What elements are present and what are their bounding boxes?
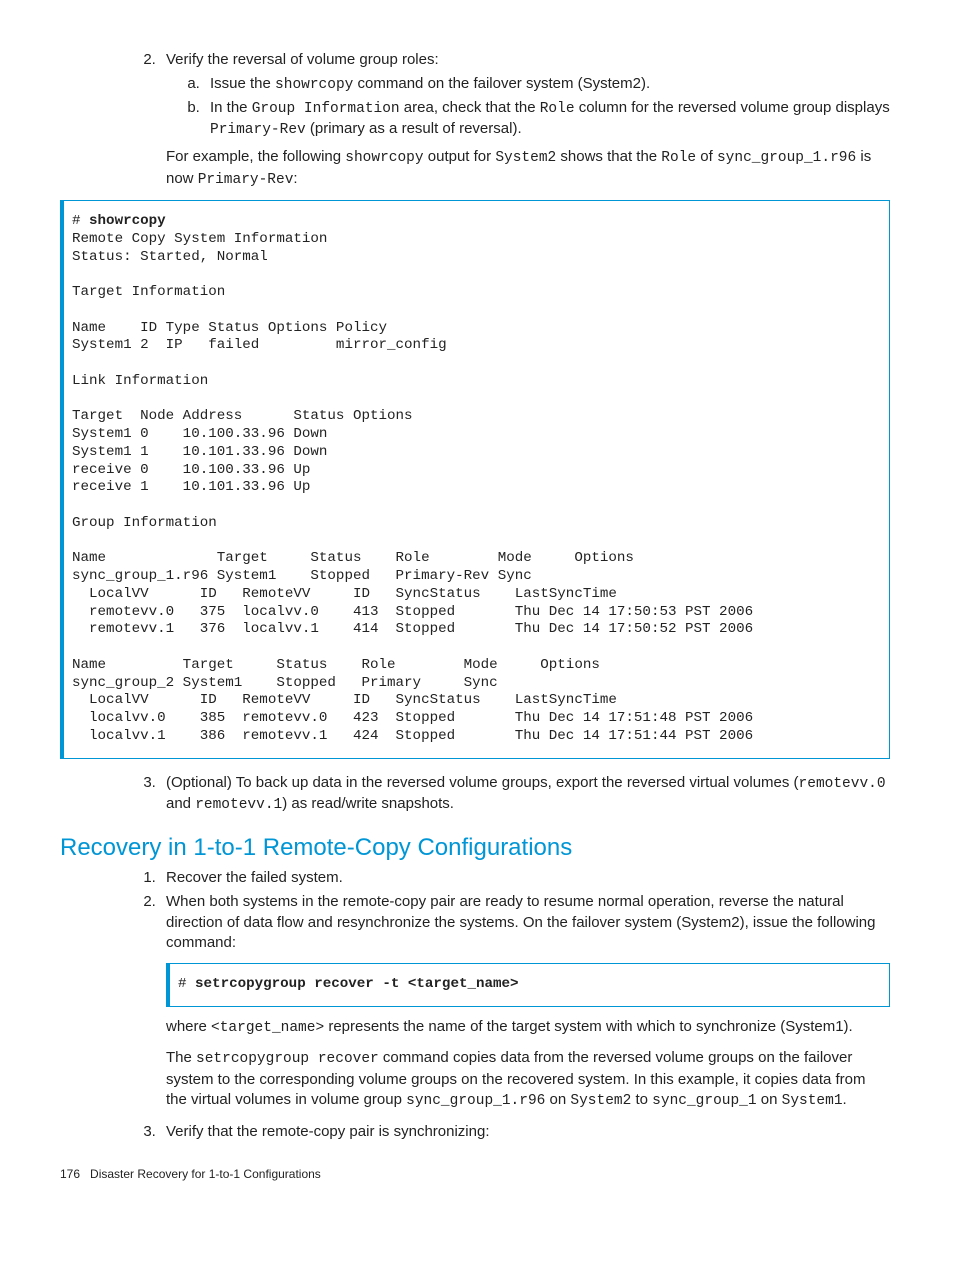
inline-code: sync_group_1.r96 xyxy=(406,1093,545,1109)
inline-code: setrcopygroup recover xyxy=(196,1051,379,1067)
text: Issue the xyxy=(210,75,275,92)
text: When both systems in the remote-copy pai… xyxy=(166,893,875,951)
code-block-showrcopy: # showrcopy Remote Copy System Informati… xyxy=(60,200,890,759)
output-body: Remote Copy System Information Status: S… xyxy=(72,231,753,744)
terminal-command: # setrcopygroup recover -t <target_name> xyxy=(178,976,881,994)
inline-code: remotevv.1 xyxy=(195,797,282,813)
recovery-step-1: Recover the failed system. xyxy=(160,868,890,888)
text: shows that the xyxy=(556,148,661,165)
prompt: # xyxy=(178,976,195,992)
text: The xyxy=(166,1049,196,1066)
command: showrcopy xyxy=(89,213,166,229)
inline-code: Role xyxy=(661,150,696,166)
page-number: 176 xyxy=(60,1167,80,1181)
example-para: For example, the following showrcopy out… xyxy=(166,147,890,190)
text: of xyxy=(696,148,717,165)
text: . xyxy=(843,1091,847,1108)
inline-code: System2 xyxy=(570,1093,631,1109)
inline-code: remotevv.0 xyxy=(799,776,886,792)
prompt: # xyxy=(72,213,89,229)
text: represents the name of the target system… xyxy=(324,1018,853,1035)
footer-title: Disaster Recovery for 1-to-1 Configurati… xyxy=(90,1167,321,1181)
substep-a: Issue the showrcopy command on the failo… xyxy=(204,74,890,96)
page-footer: 176 Disaster Recovery for 1-to-1 Configu… xyxy=(60,1166,890,1182)
inline-code: System1 xyxy=(782,1093,843,1109)
inline-code: showrcopy xyxy=(345,150,423,166)
code-block-setrcopygroup: # setrcopygroup recover -t <target_name> xyxy=(166,963,890,1007)
text: and xyxy=(166,795,195,812)
text: (Optional) To back up data in the revers… xyxy=(166,774,799,791)
procedure-list-2: Recover the failed system. When both sys… xyxy=(60,868,890,1142)
inline-code: sync_group_1.r96 xyxy=(717,150,856,166)
text: on xyxy=(757,1091,782,1108)
inline-code: sync_group_1 xyxy=(652,1093,756,1109)
procedure-list-1: Verify the reversal of volume group role… xyxy=(60,50,890,190)
text: (primary as a result of reversal). xyxy=(306,120,522,137)
text: : xyxy=(293,170,297,187)
substeps-list: Issue the showrcopy command on the failo… xyxy=(166,74,890,141)
recovery-step-3: Verify that the remote-copy pair is sync… xyxy=(160,1122,890,1142)
inline-code: Role xyxy=(540,101,575,117)
text: In the xyxy=(210,99,252,116)
where-para: where <target_name> represents the name … xyxy=(166,1017,890,1039)
procedure-list-1b: (Optional) To back up data in the revers… xyxy=(60,773,890,816)
inline-code: Primary-Rev xyxy=(210,122,306,138)
desc-para: The setrcopygroup recover command copies… xyxy=(166,1048,890,1111)
text: to xyxy=(631,1091,652,1108)
page-content: Verify the reversal of volume group role… xyxy=(60,50,890,1182)
inline-code: System2 xyxy=(495,150,556,166)
substep-b: In the Group Information area, check tha… xyxy=(204,98,890,141)
text: column for the reversed volume group dis… xyxy=(575,99,890,116)
text: command on the failover system (System2)… xyxy=(353,75,650,92)
text: where xyxy=(166,1018,211,1035)
command: setrcopygroup recover -t <target_name> xyxy=(195,976,519,992)
text: output for xyxy=(424,148,496,165)
step-3: (Optional) To back up data in the revers… xyxy=(160,773,890,816)
inline-code: <target_name> xyxy=(211,1020,324,1036)
section-heading-recovery: Recovery in 1-to-1 Remote-Copy Configura… xyxy=(60,832,890,864)
inline-code: showrcopy xyxy=(275,77,353,93)
step-2: Verify the reversal of volume group role… xyxy=(160,50,890,190)
step-2-text: Verify the reversal of volume group role… xyxy=(166,51,439,68)
inline-code: Group Information xyxy=(252,101,400,117)
text: ) as read/write snapshots. xyxy=(282,795,454,812)
text: For example, the following xyxy=(166,148,345,165)
text: on xyxy=(545,1091,570,1108)
text: area, check that the xyxy=(400,99,540,116)
recovery-step-2: When both systems in the remote-copy pai… xyxy=(160,892,890,1111)
terminal-output: # showrcopy Remote Copy System Informati… xyxy=(72,213,881,746)
inline-code: Primary-Rev xyxy=(198,172,294,188)
